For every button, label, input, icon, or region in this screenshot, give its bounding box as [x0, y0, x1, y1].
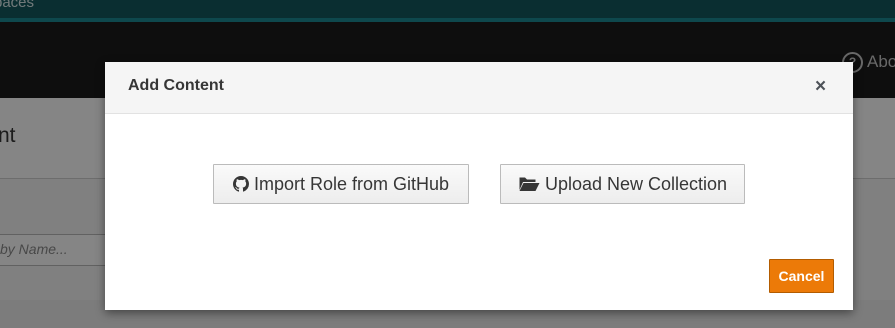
- page: paces ?Abo nt by Name... Add Content × I…: [0, 0, 895, 328]
- import-role-github-button[interactable]: Import Role from GitHub: [213, 164, 469, 204]
- add-content-modal: Add Content × Import Role from GitHub Up…: [105, 62, 853, 310]
- cancel-button[interactable]: Cancel: [769, 259, 834, 293]
- close-icon[interactable]: ×: [815, 76, 826, 98]
- import-role-github-label: Import Role from GitHub: [253, 173, 450, 194]
- upload-collection-label: Upload New Collection: [544, 173, 728, 194]
- modal-header: Add Content ×: [105, 62, 853, 114]
- upload-collection-button[interactable]: Upload New Collection: [500, 164, 745, 204]
- folder-open-icon: [518, 177, 540, 191]
- modal-title: Add Content: [128, 77, 224, 94]
- github-icon: [232, 176, 249, 192]
